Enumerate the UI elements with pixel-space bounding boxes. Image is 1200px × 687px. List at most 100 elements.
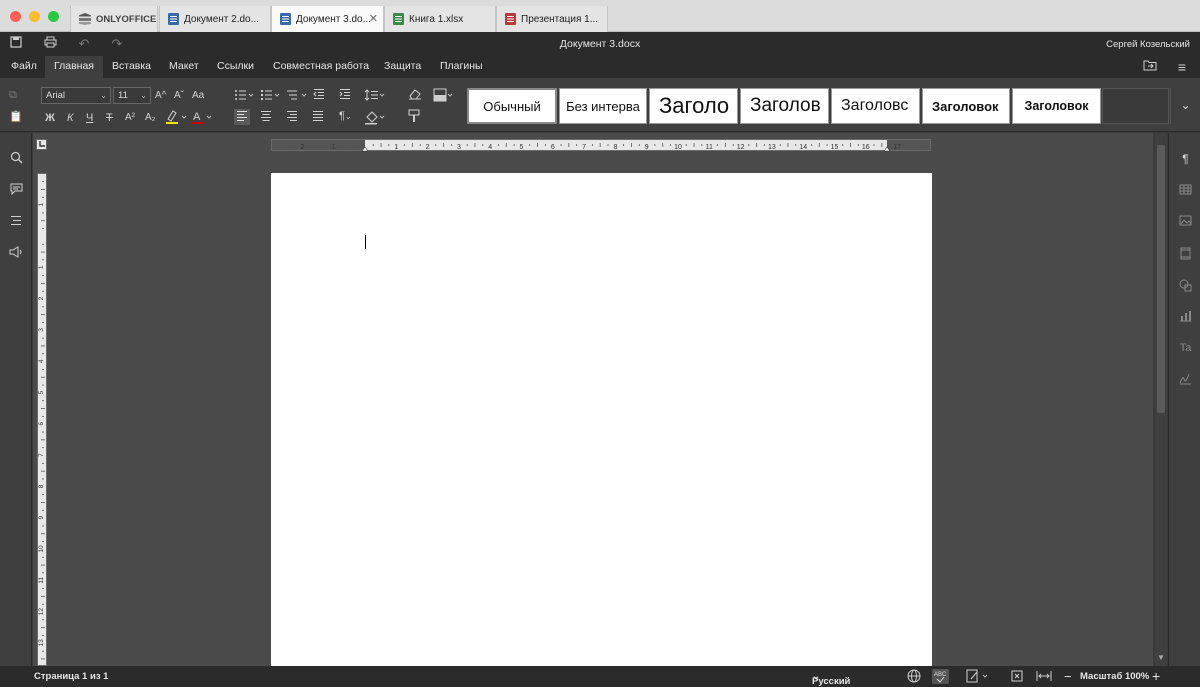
signature-icon[interactable] <box>1178 373 1193 388</box>
zoom-level[interactable]: Масштаб 100% <box>1080 671 1149 682</box>
decrease-indent-icon[interactable] <box>313 88 325 104</box>
copy-icon[interactable]: ⧉ <box>9 88 17 102</box>
language-select[interactable]: Русский (Россия) ⌄ <box>812 671 850 687</box>
page-indicator[interactable]: Страница 1 из 1 <box>34 671 108 682</box>
menu-references[interactable]: Ссылки <box>208 56 263 78</box>
superscript-button[interactable]: A² <box>125 111 135 125</box>
shape-settings-icon[interactable] <box>1178 279 1193 294</box>
increase-font-icon[interactable]: A^ <box>155 89 166 103</box>
text-art-icon[interactable]: Ta <box>1178 341 1193 356</box>
italic-button[interactable]: К <box>67 111 73 125</box>
style-normal[interactable]: Обычный <box>467 88 557 124</box>
navigation-icon[interactable] <box>8 215 24 231</box>
tab-stop-selector[interactable] <box>36 139 47 150</box>
copy-style-icon[interactable] <box>408 109 420 127</box>
fit-to-width-icon[interactable] <box>1036 669 1052 686</box>
style-heading-5[interactable]: Заголовок <box>1012 88 1101 124</box>
align-right-icon[interactable] <box>286 110 298 126</box>
subscript-button[interactable]: A₂ <box>145 111 156 125</box>
style-heading-1[interactable]: Заголо <box>649 88 738 124</box>
shading-icon[interactable] <box>364 109 386 129</box>
tab-spreadsheet[interactable]: Книга 1.xlsx <box>384 6 496 32</box>
document-language-icon[interactable] <box>907 669 921 686</box>
fit-to-page-icon[interactable] <box>1010 669 1024 686</box>
numbered-list-icon[interactable] <box>260 88 280 106</box>
open-file-location-icon[interactable] <box>1142 59 1158 75</box>
font-color-button[interactable]: A <box>191 109 213 129</box>
chart-settings-icon[interactable] <box>1178 310 1193 325</box>
tab-document-2[interactable]: Документ 2.do... <box>159 6 271 32</box>
align-center-icon[interactable] <box>260 110 272 126</box>
style-no-spacing[interactable]: Без интерва <box>559 88 647 124</box>
horizontal-ruler[interactable]: 2 1 1 2 3 4 5 6 7 8 9 10 11 12 13 14 15 16 17 <box>271 139 931 152</box>
header-footer-icon[interactable] <box>1178 247 1193 262</box>
menu-file[interactable]: Файл <box>2 56 46 78</box>
menu-plugins[interactable]: Плагины <box>431 56 492 78</box>
scrollbar-thumb[interactable] <box>1157 145 1165 413</box>
indent-marker[interactable] <box>361 146 369 152</box>
ruler-tick <box>42 290 44 292</box>
multilevel-list-icon[interactable] <box>286 88 308 106</box>
ruler-tick <box>591 144 593 146</box>
decrease-font-icon[interactable]: Aˇ <box>174 89 184 103</box>
bold-button[interactable]: Ж <box>45 111 55 125</box>
tab-document-3[interactable]: Документ 3.do... ✕ <box>271 6 384 32</box>
vertical-ruler[interactable]: 1 1 2 3 4 5 6 7 8 9 10 11 12 13 <box>37 173 47 666</box>
paragraph-settings-icon[interactable]: ¶ <box>1178 152 1193 167</box>
align-left-icon[interactable] <box>234 109 250 125</box>
menu-layout[interactable]: Макет <box>160 56 208 78</box>
feedback-icon[interactable] <box>8 246 24 262</box>
style-heading-2[interactable]: Заголов <box>740 88 829 124</box>
document-title: Документ 3.docx <box>559 38 641 50</box>
style-heading-3[interactable]: Заголовс <box>831 88 920 124</box>
ruler-tick <box>857 144 859 146</box>
document-canvas[interactable]: 2 1 1 2 3 4 5 6 7 8 9 10 11 12 13 14 15 16 17 1 1 2 3 4 5 6 7 8 9 10… <box>33 133 1153 666</box>
clear-style-icon[interactable] <box>408 88 422 104</box>
track-changes-icon[interactable] <box>966 669 990 686</box>
minimize-window-button[interactable] <box>29 11 40 22</box>
vertical-scrollbar[interactable]: ▼ <box>1155 133 1167 666</box>
table-settings-icon[interactable] <box>1178 184 1193 199</box>
spellcheck-icon[interactable]: ABC <box>932 669 949 684</box>
ruler-label: 15 <box>831 144 839 151</box>
bullet-list-icon[interactable] <box>234 88 254 106</box>
zoom-out-icon[interactable]: − <box>1064 669 1072 684</box>
tab-presentation[interactable]: Презентация 1... <box>496 6 608 32</box>
justify-icon[interactable] <box>312 110 324 126</box>
font-size-select[interactable]: 11 ⌄ <box>113 87 151 104</box>
highlight-color-button[interactable] <box>165 109 187 129</box>
nonprinting-characters-icon[interactable]: ¶⌄ <box>339 109 352 124</box>
styles-expand-icon[interactable]: ⌄ <box>1170 88 1200 124</box>
ruler-tick <box>482 144 484 146</box>
close-window-button[interactable] <box>10 11 21 22</box>
comments-icon[interactable] <box>8 183 24 199</box>
change-case-icon[interactable]: Aa <box>192 89 204 103</box>
ruler-label: 6 <box>38 422 45 426</box>
image-settings-icon[interactable] <box>1178 215 1193 230</box>
underline-button[interactable]: Ч <box>86 111 93 125</box>
menu-hamburger-icon[interactable]: ≡ <box>1174 59 1190 75</box>
indent-marker[interactable] <box>883 146 891 152</box>
zoom-in-icon[interactable]: + <box>1152 668 1160 684</box>
ruler-label: 1 <box>394 144 398 151</box>
tab-close-icon[interactable]: ✕ <box>369 12 378 25</box>
increase-indent-icon[interactable] <box>339 88 351 104</box>
menu-protection[interactable]: Защита <box>375 56 430 78</box>
font-name-select[interactable]: Arial ⌄ <box>41 87 111 104</box>
style-heading-4[interactable]: Заголовок <box>922 88 1010 124</box>
strikethrough-button[interactable]: Т <box>106 111 113 125</box>
line-spacing-icon[interactable] <box>364 88 386 106</box>
tab-label: Документ 2.do... <box>184 13 259 25</box>
maximize-window-button[interactable] <box>48 11 59 22</box>
menu-insert[interactable]: Вставка <box>103 56 160 78</box>
menu-collaboration[interactable]: Совместная работа <box>264 56 378 78</box>
user-name[interactable]: Сергей Козельский <box>1106 39 1190 50</box>
tab-onlyoffice[interactable]: ONLYOFFICE <box>70 6 158 32</box>
scroll-down-icon[interactable]: ▼ <box>1157 653 1165 662</box>
ruler-tick <box>41 282 45 284</box>
menu-home[interactable]: Главная <box>45 56 103 78</box>
document-page[interactable] <box>271 173 932 666</box>
color-scheme-icon[interactable] <box>433 88 455 106</box>
search-icon[interactable] <box>8 151 24 167</box>
paste-icon[interactable]: 📋 <box>9 110 23 124</box>
